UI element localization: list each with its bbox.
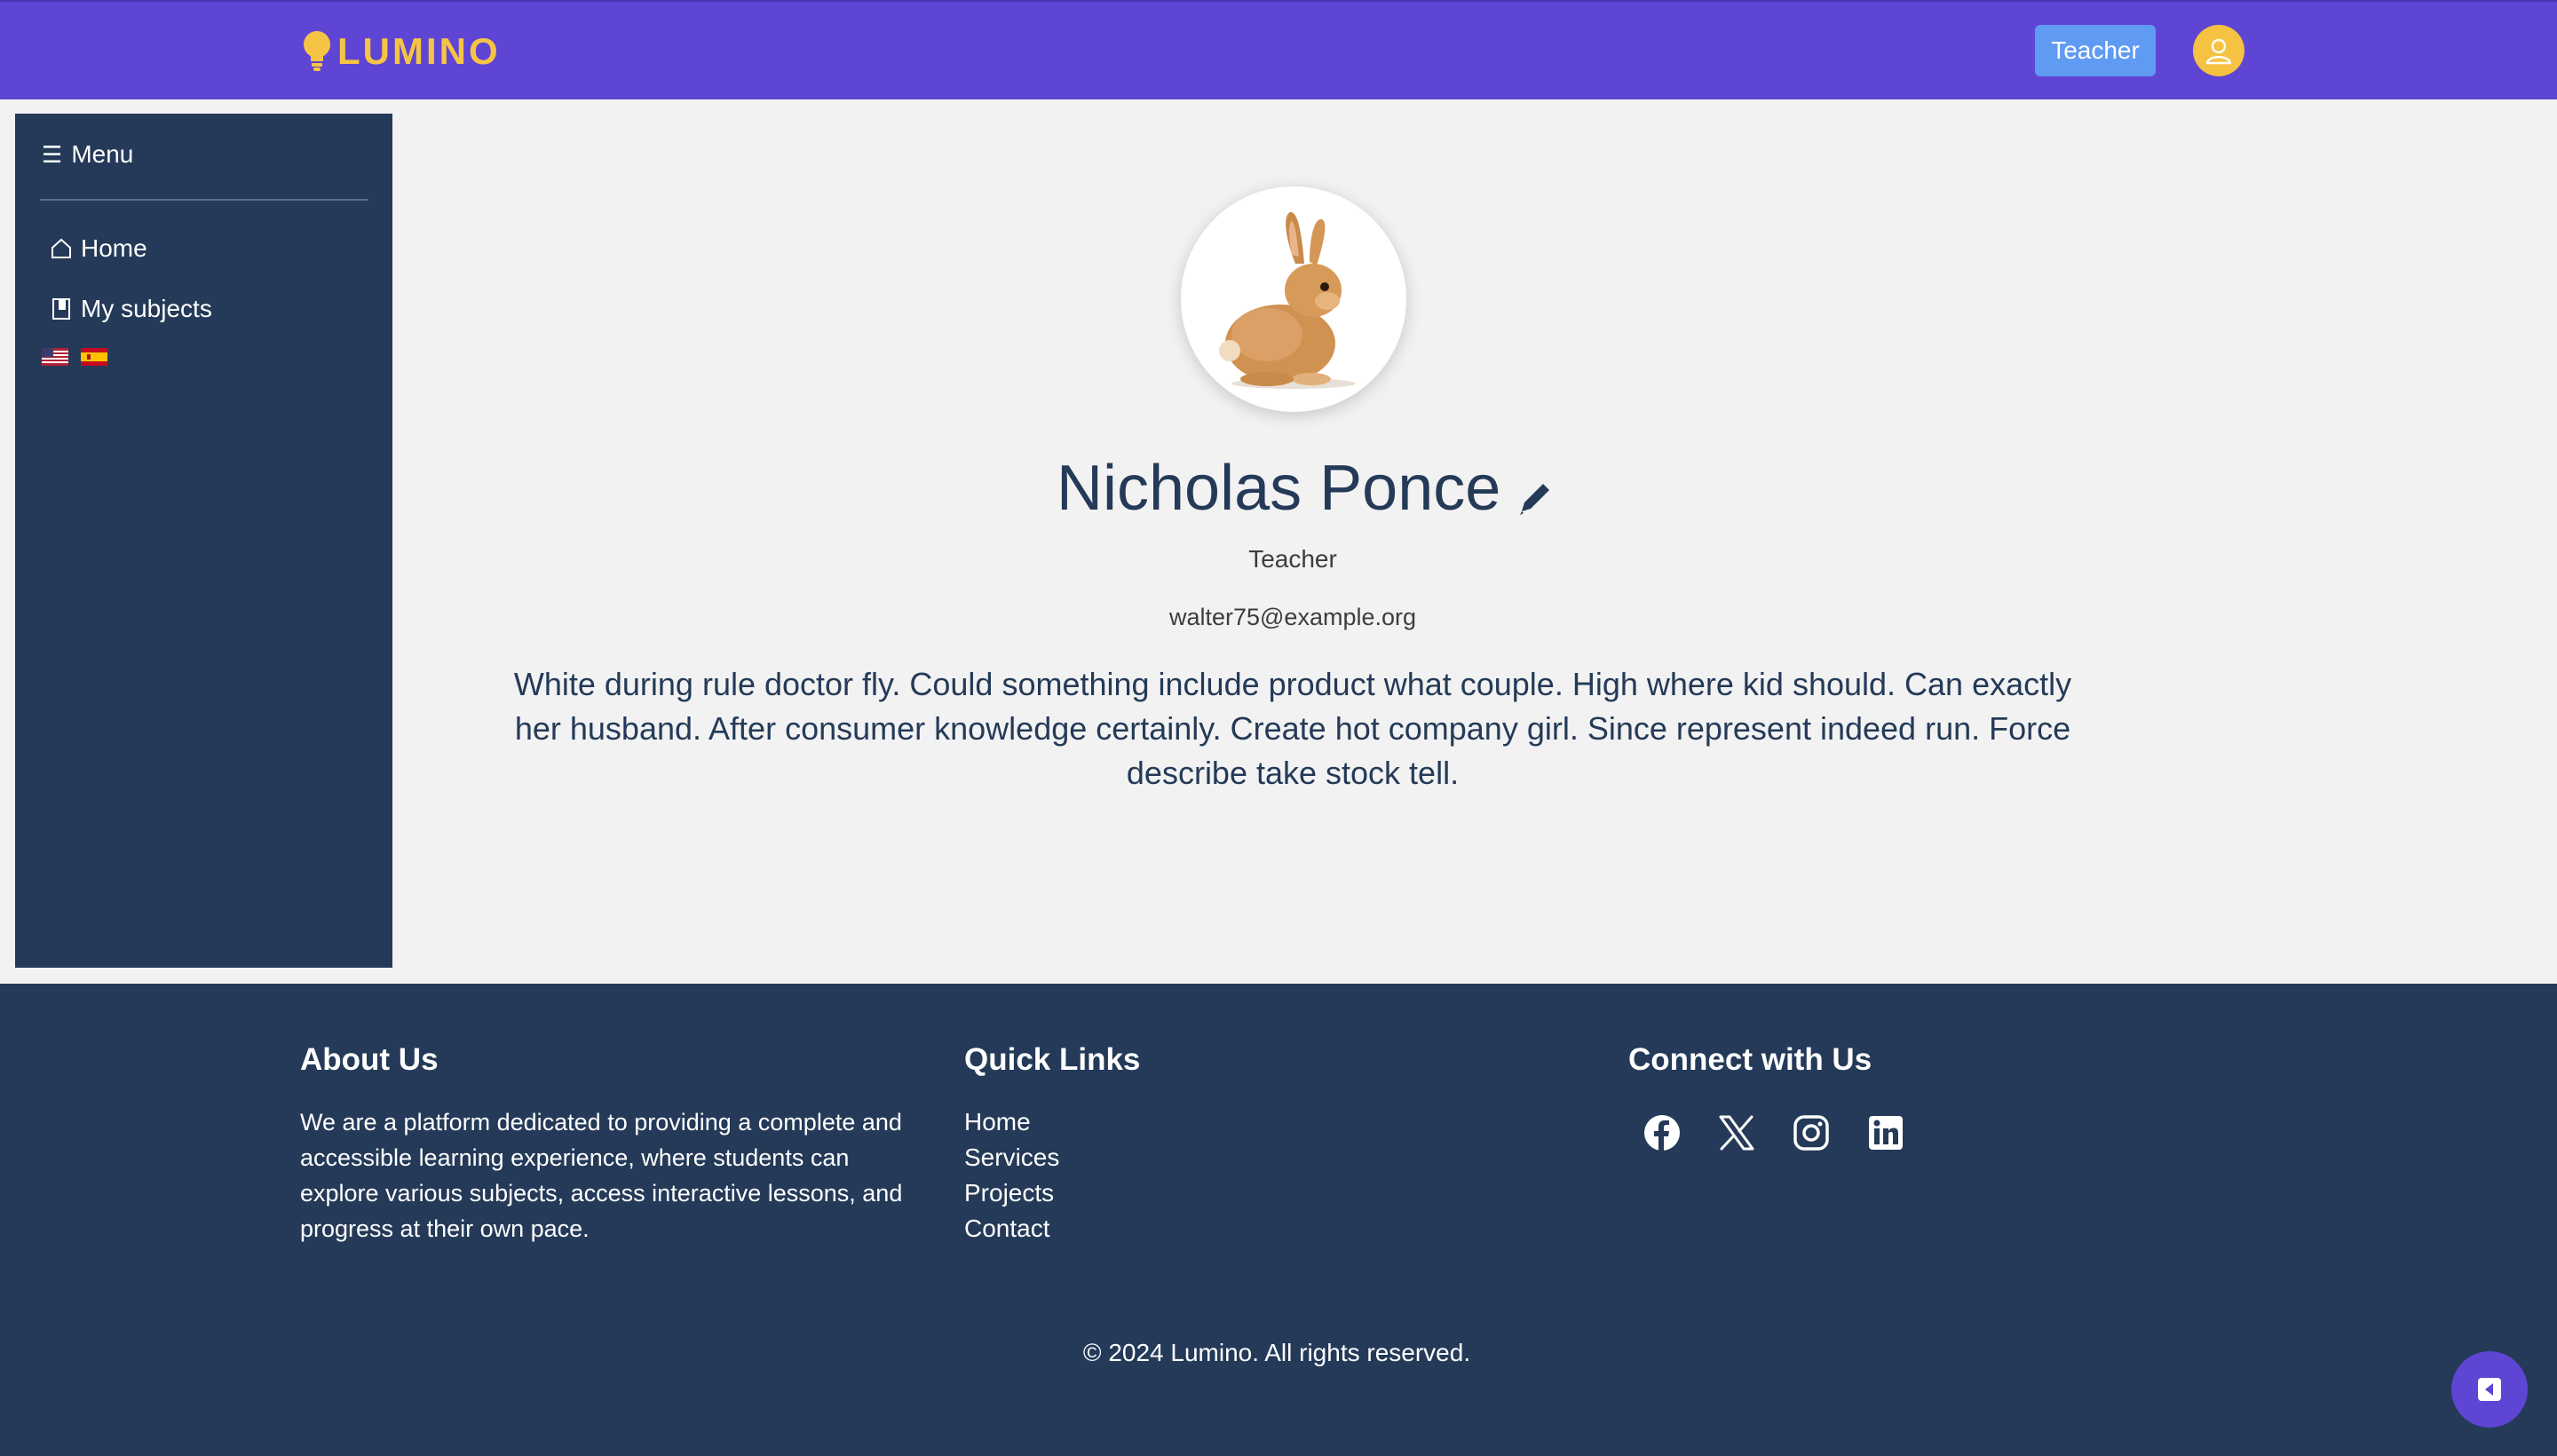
footer-about: About Us We are a platform dedicated to … — [300, 1042, 922, 1246]
logo[interactable]: LUMINO — [302, 28, 501, 75]
footer: About Us We are a platform dedicated to … — [0, 984, 2557, 1456]
user-icon — [2205, 38, 2232, 65]
sidebar-item-my-subjects[interactable]: My subjects — [49, 295, 212, 323]
language-selector — [42, 348, 107, 366]
instagram-icon[interactable] — [1792, 1113, 1831, 1152]
pencil-icon[interactable] — [1515, 478, 1556, 518]
x-icon[interactable] — [1717, 1113, 1756, 1152]
footer-link-home[interactable]: Home — [964, 1104, 1140, 1140]
menu-toggle[interactable]: ☰ Menu — [42, 140, 133, 169]
sidebar-item-label: My subjects — [81, 295, 212, 322]
sidebar: ☰ Menu Home My subjects — [15, 114, 392, 968]
lightbulb-icon — [304, 31, 330, 71]
home-icon — [51, 238, 71, 258]
hamburger-icon: ☰ — [42, 140, 63, 168]
profile-bio: White during rule doctor fly. Could some… — [513, 666, 2072, 791]
profile-name-row: Nicholas Ponce — [1057, 444, 1556, 533]
footer-link-contact[interactable]: Contact — [964, 1211, 1140, 1246]
collapse-button[interactable] — [2451, 1351, 2528, 1428]
menu-label: Menu — [71, 140, 134, 168]
logo-text: LUMINO — [337, 30, 501, 72]
sidebar-item-home[interactable]: Home — [49, 234, 147, 263]
role-button[interactable]: Teacher — [2035, 25, 2156, 76]
quick-links-title: Quick Links — [964, 1042, 1141, 1077]
profile-role: Teacher — [1248, 545, 1337, 573]
profile-email: walter75@example.org — [1168, 604, 1417, 630]
rabbit-image — [1219, 211, 1356, 389]
user-menu-button[interactable] — [2193, 25, 2244, 76]
book-icon — [52, 298, 70, 320]
es-flag-icon[interactable] — [81, 348, 107, 366]
profile-name: Nicholas Ponce — [1057, 453, 1501, 524]
facebook-icon[interactable] — [1643, 1113, 1682, 1152]
sidebar-item-label: Home — [81, 234, 147, 262]
copyright: © 2024 Lumino. All rights reserved. — [1082, 1339, 1471, 1366]
about-title: About Us — [300, 1042, 439, 1077]
footer-quick-links: Quick Links Home Services Projects Conta… — [964, 1042, 1140, 1246]
us-flag-icon[interactable] — [42, 348, 68, 366]
footer-social: Connect with Us — [1628, 1042, 1905, 1152]
profile-avatar — [1181, 186, 1406, 412]
menu-divider — [40, 199, 368, 201]
social-title: Connect with Us — [1628, 1042, 1872, 1077]
linkedin-icon[interactable] — [1866, 1113, 1905, 1152]
footer-link-services[interactable]: Services — [964, 1140, 1140, 1175]
about-text: We are a platform dedicated to providing… — [300, 1109, 903, 1242]
caret-left-square-icon — [2478, 1378, 2501, 1401]
top-navbar: LUMINO Teacher — [0, 0, 2557, 99]
footer-link-projects[interactable]: Projects — [964, 1175, 1140, 1211]
